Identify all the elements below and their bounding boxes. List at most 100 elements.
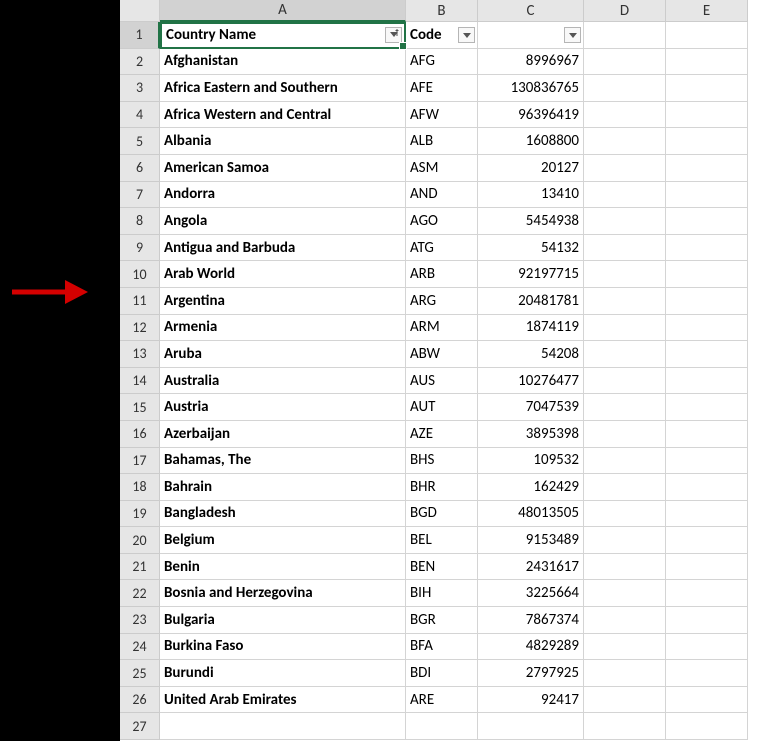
cell[interactable] [666, 261, 748, 288]
cell[interactable] [584, 368, 666, 395]
column-header-a[interactable]: A [160, 0, 406, 22]
cell[interactable] [584, 634, 666, 661]
cell[interactable]: 5454938 [478, 208, 584, 235]
cell[interactable]: 92197715 [478, 261, 584, 288]
cell[interactable] [666, 421, 748, 448]
cell[interactable] [666, 235, 748, 262]
cell[interactable]: Bulgaria [160, 607, 406, 634]
cell[interactable] [666, 580, 748, 607]
cell[interactable] [584, 713, 666, 740]
cell[interactable] [584, 660, 666, 687]
cell-a1[interactable]: Country Name [160, 22, 406, 49]
cell[interactable] [584, 554, 666, 581]
cell[interactable]: Azerbaijan [160, 421, 406, 448]
row-header[interactable]: 26 [120, 687, 160, 714]
cell[interactable] [666, 527, 748, 554]
cell[interactable]: 4829289 [478, 634, 584, 661]
cell[interactable] [666, 288, 748, 315]
cell[interactable]: AUT [406, 394, 478, 421]
row-header[interactable]: 10 [120, 261, 160, 288]
cell[interactable]: BFA [406, 634, 478, 661]
cell[interactable]: 130836765 [478, 75, 584, 102]
cell[interactable]: Belgium [160, 527, 406, 554]
row-header[interactable]: 19 [120, 501, 160, 528]
cell[interactable]: 92417 [478, 687, 584, 714]
cell[interactable]: 96396419 [478, 102, 584, 129]
cell[interactable] [666, 713, 748, 740]
cell[interactable]: Afghanistan [160, 49, 406, 76]
cell[interactable]: AFW [406, 102, 478, 129]
cell[interactable]: AFE [406, 75, 478, 102]
cell[interactable]: Burundi [160, 660, 406, 687]
cell[interactable]: BGD [406, 501, 478, 528]
cell[interactable]: 10276477 [478, 368, 584, 395]
cell[interactable] [584, 261, 666, 288]
cell[interactable]: BEN [406, 554, 478, 581]
cell[interactable]: 54208 [478, 341, 584, 368]
row-header[interactable]: 13 [120, 341, 160, 368]
cell[interactable]: Armenia [160, 315, 406, 342]
cell-c1[interactable]: 19 [478, 22, 584, 49]
cell[interactable]: Benin [160, 554, 406, 581]
cell[interactable]: AUS [406, 368, 478, 395]
cell[interactable]: 1608800 [478, 128, 584, 155]
cell-b1[interactable]: Code [406, 22, 478, 49]
cell[interactable]: 7867374 [478, 607, 584, 634]
cell[interactable]: 1874119 [478, 315, 584, 342]
row-header[interactable]: 4 [120, 102, 160, 129]
filter-sort-button[interactable] [385, 27, 402, 43]
cell[interactable] [584, 421, 666, 448]
row-header[interactable]: 9 [120, 235, 160, 262]
cell[interactable]: 20481781 [478, 288, 584, 315]
cell[interactable]: 8996967 [478, 49, 584, 76]
row-header[interactable]: 7 [120, 182, 160, 209]
column-header-c[interactable]: C [478, 0, 584, 22]
cell[interactable] [666, 75, 748, 102]
cell[interactable]: Arab World [160, 261, 406, 288]
cell[interactable] [666, 448, 748, 475]
row-header[interactable]: 18 [120, 474, 160, 501]
cell[interactable] [584, 49, 666, 76]
cell[interactable] [584, 607, 666, 634]
cell[interactable] [666, 341, 748, 368]
cell[interactable] [666, 394, 748, 421]
row-header[interactable]: 1 [120, 22, 160, 49]
cell[interactable] [584, 288, 666, 315]
cell[interactable]: 2797925 [478, 660, 584, 687]
cell[interactable]: 2431617 [478, 554, 584, 581]
cell[interactable] [666, 208, 748, 235]
cell[interactable]: ARG [406, 288, 478, 315]
cell[interactable] [584, 128, 666, 155]
cell[interactable]: AZE [406, 421, 478, 448]
cell[interactable]: ARM [406, 315, 478, 342]
cell[interactable] [584, 155, 666, 182]
cell[interactable]: BHR [406, 474, 478, 501]
row-header[interactable]: 2 [120, 49, 160, 76]
cell[interactable] [584, 341, 666, 368]
row-header[interactable]: 5 [120, 128, 160, 155]
cell[interactable]: AGO [406, 208, 478, 235]
cell[interactable] [584, 527, 666, 554]
cell[interactable] [666, 102, 748, 129]
cell[interactable]: Argentina [160, 288, 406, 315]
cell[interactable]: Bahamas, The [160, 448, 406, 475]
cell[interactable]: Australia [160, 368, 406, 395]
cell[interactable]: 48013505 [478, 501, 584, 528]
cell[interactable]: ARE [406, 687, 478, 714]
cell[interactable] [666, 474, 748, 501]
row-header[interactable]: 27 [120, 713, 160, 740]
cell[interactable] [584, 474, 666, 501]
cell[interactable] [666, 315, 748, 342]
cell[interactable] [666, 687, 748, 714]
cell[interactable] [478, 713, 584, 740]
cell[interactable]: Africa Eastern and Southern [160, 75, 406, 102]
row-header[interactable]: 24 [120, 634, 160, 661]
cell[interactable]: Albania [160, 128, 406, 155]
cell[interactable] [666, 155, 748, 182]
cell[interactable] [584, 235, 666, 262]
cell-d1[interactable] [584, 22, 666, 49]
column-header-b[interactable]: B [406, 0, 478, 22]
cell[interactable]: Austria [160, 394, 406, 421]
cell[interactable]: 109532 [478, 448, 584, 475]
cell[interactable] [584, 102, 666, 129]
